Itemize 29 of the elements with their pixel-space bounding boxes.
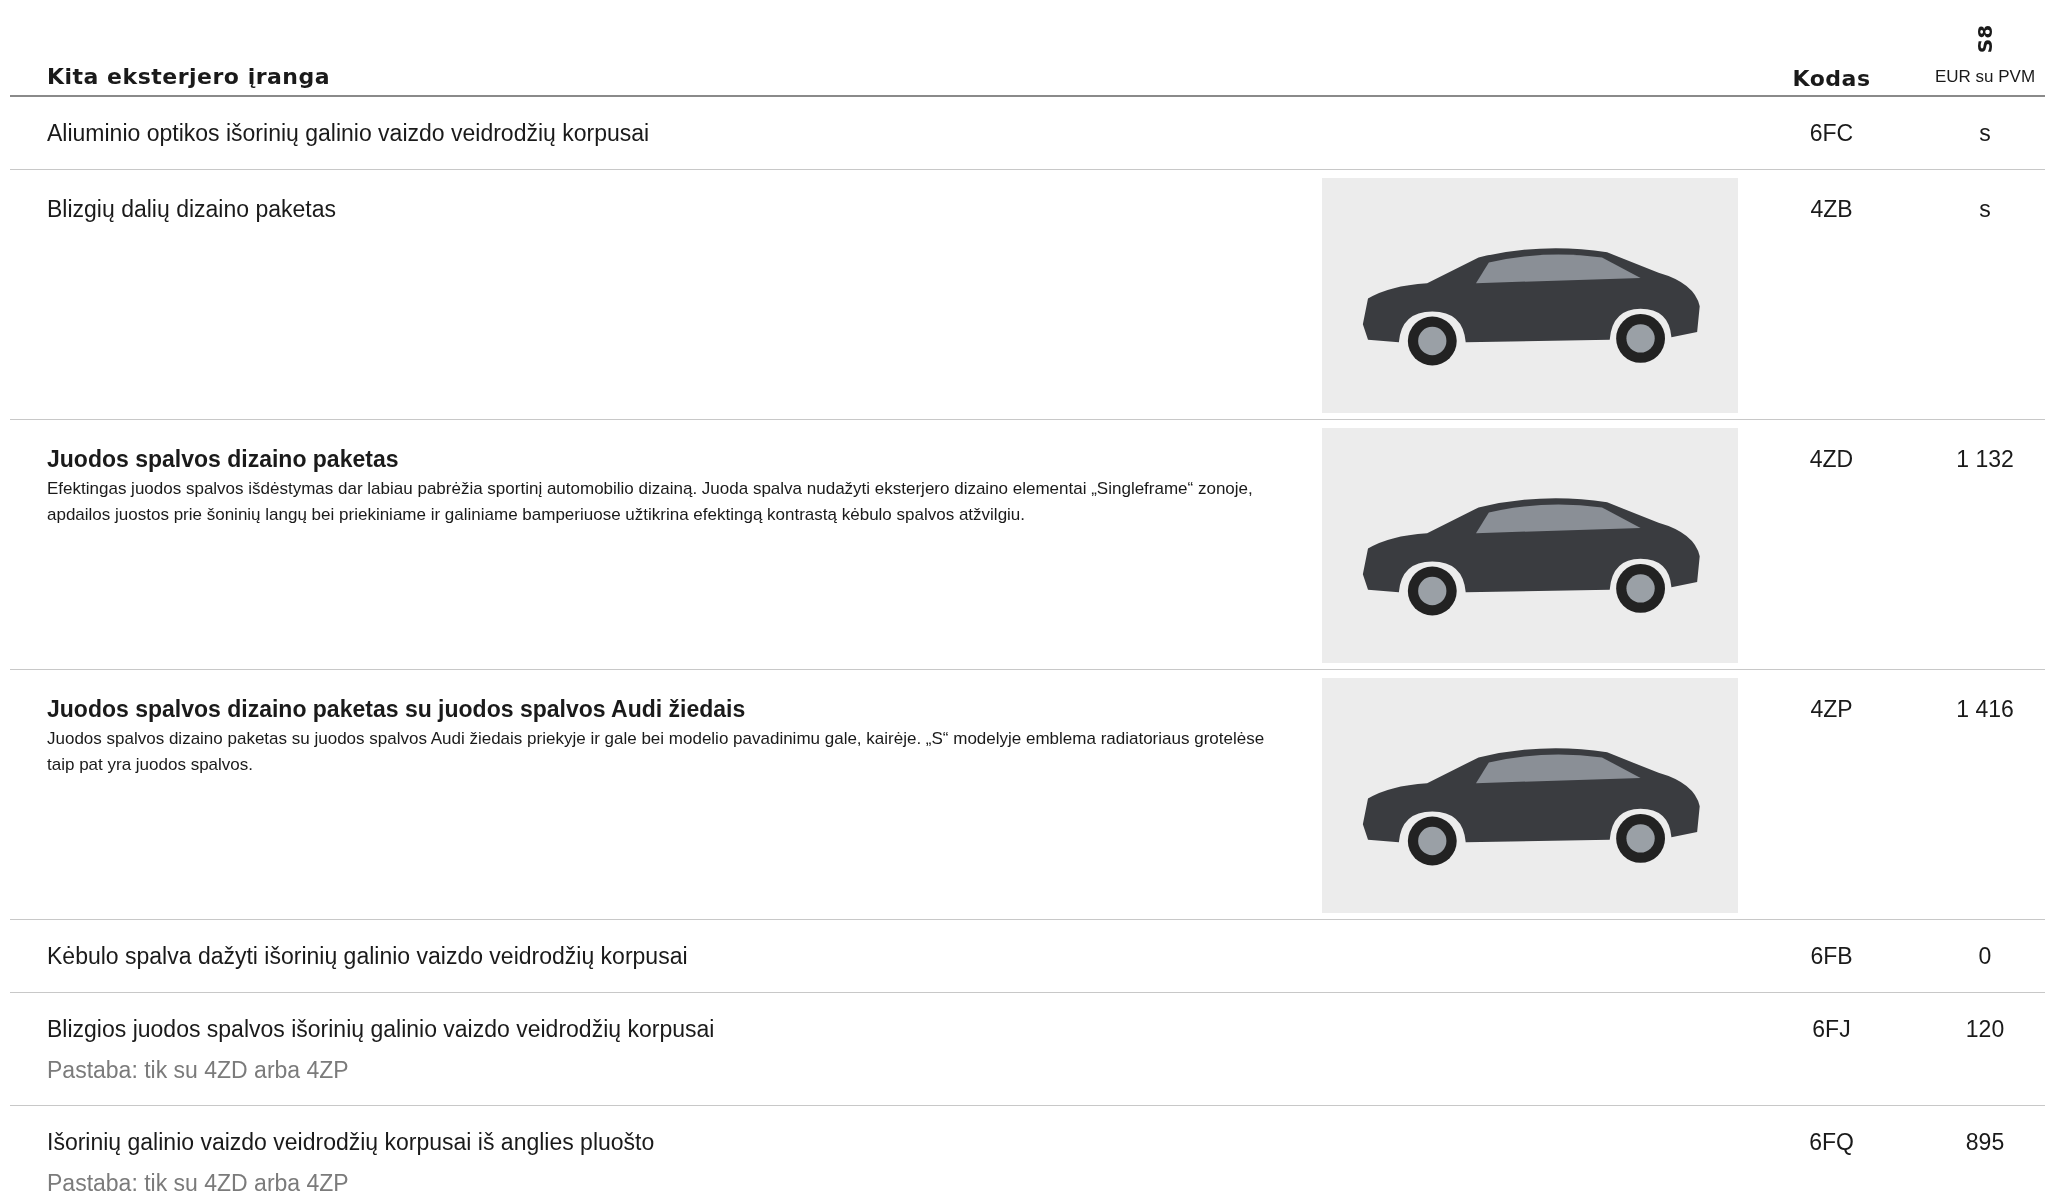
option-code: 6FC: [1808, 119, 1855, 148]
price: 895: [1964, 1128, 2006, 1157]
note-text: Pastaba: tik su 4ZD arba 4ZP: [47, 1056, 350, 1084]
option-code: 6FB: [1809, 942, 1854, 971]
model-name: S8: [1973, 24, 1997, 54]
option-code: 4ZB: [1809, 195, 1854, 224]
equipment-name: Išorinių galinio vaizdo veidrodžių korpusai iš anglies pluošto: [47, 1128, 656, 1157]
equipment-name: Kėbulo spalva dažyti išorinių galinio vaizdo veidrodžių korpusai: [47, 942, 689, 971]
equipment-name: Blizgių dalių dizaino paketas: [47, 195, 337, 224]
price: 1 416: [1955, 695, 2015, 724]
equipment-name: Aliuminio optikos išorinių galinio vaizdo veidrodžių korpusai: [47, 119, 651, 148]
equipment-name: Blizgios juodos spalvos išorinių galinio vaizdo veidrodžių korpusai: [47, 1015, 716, 1044]
price: 0: [1977, 942, 1993, 971]
description-text: Juodos spalvos dizaino paketas su juodos spalvos Audi žiedais priekyje ir gale bei modelio pavadinimu gale, kairėje. „S“ modelyje emblema radiatoriaus grotelėse taip pat yra juodos spalvos.: [47, 728, 1266, 776]
price: 120: [1964, 1015, 2006, 1044]
price: s: [1978, 195, 1992, 224]
option-code: 6FQ: [1808, 1128, 1855, 1157]
equipment-name: Juodos spalvos dizaino paketas su juodos spalvos Audi žiedais: [47, 695, 747, 724]
option-code: 4ZP: [1809, 695, 1854, 724]
column-heading: Kodas: [1791, 66, 1872, 93]
price: s: [1978, 119, 1992, 148]
equipment-name: Juodos spalvos dizaino paketas: [47, 445, 400, 474]
column-heading: EUR su PVM: [1934, 67, 2036, 87]
option-code: 4ZD: [1808, 445, 1855, 474]
price: 1 132: [1955, 445, 2015, 474]
note-text: Pastaba: tik su 4ZD arba 4ZP: [47, 1169, 350, 1195]
description-text: Efektingas juodos spalvos išdėstymas dar labiau pabrėžia sportinį automobilio dizainą. Juoda spalva nudažyti eksterjero dizaino elementai „Singleframe“ zonoje, apdailos juostos prie šoninių langų bei priekiniame ir galiniame bamperiuose užtikrina efektingą kontrastą kėbulo spalvos atžvilgiu.: [47, 478, 1254, 526]
section-title: Kita eksterjero įranga: [46, 64, 332, 91]
option-code: 6FJ: [1811, 1015, 1852, 1044]
